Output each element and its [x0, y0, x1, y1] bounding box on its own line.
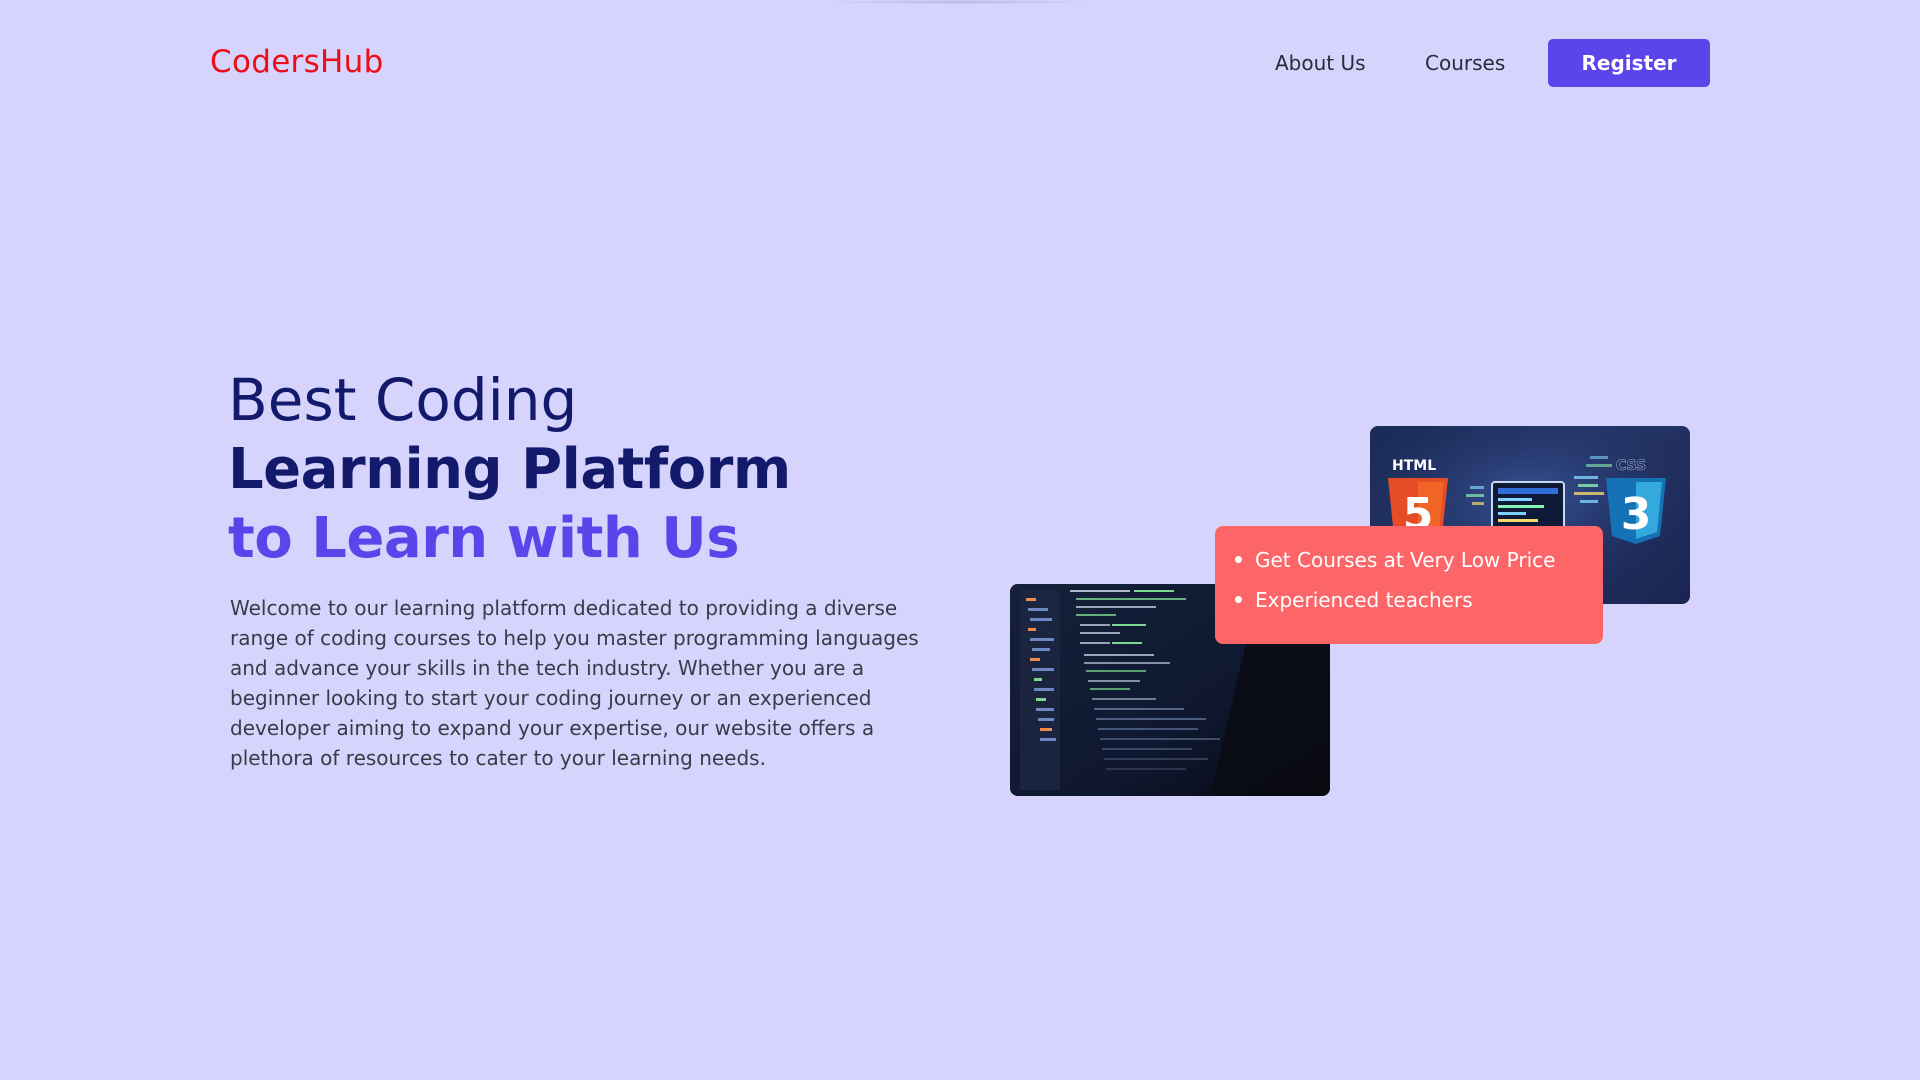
css3-number: 3 — [1621, 489, 1652, 540]
nav-link-about-us[interactable]: About Us — [1275, 48, 1366, 78]
feature-item: Experienced teachers — [1233, 580, 1603, 620]
hero-title-line-1: Best Coding — [228, 366, 578, 434]
html-badge-label: HTML — [1392, 458, 1436, 474]
bullet-icon — [1235, 556, 1242, 563]
landing-page: CodersHub About Us Courses Register Best… — [0, 0, 1920, 1080]
file-tree-sidebar — [1020, 590, 1060, 790]
register-button[interactable]: Register — [1548, 39, 1710, 87]
feature-item: Get Courses at Very Low Price — [1233, 540, 1603, 580]
feature-item-label: Get Courses at Very Low Price — [1255, 548, 1556, 572]
site-logo[interactable]: CodersHub — [210, 40, 384, 84]
css-badge-label: CSS — [1616, 458, 1646, 474]
top-glow-decoration — [820, 0, 1100, 4]
features-list: Get Courses at Very Low Price Experience… — [1233, 540, 1603, 620]
hero-title-line-2: Learning Platform — [228, 437, 791, 502]
hero-description: Welcome to our learning platform dedicat… — [230, 596, 919, 770]
feature-item-label: Experienced teachers — [1255, 588, 1473, 612]
bullet-icon — [1235, 596, 1242, 603]
nav-link-courses[interactable]: Courses — [1425, 48, 1505, 78]
css3-shield-icon: 3 — [1606, 478, 1666, 544]
hero-title-line-3: to Learn with Us — [228, 506, 740, 571]
features-card: Get Courses at Very Low Price Experience… — [1215, 526, 1603, 644]
